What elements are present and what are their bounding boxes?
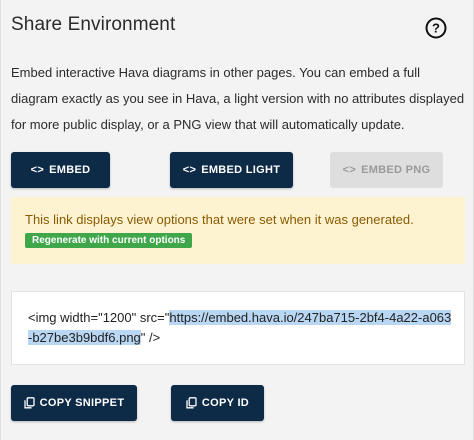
svg-text:?: ? — [432, 21, 440, 36]
regenerate-button[interactable]: Regenerate with current options — [25, 233, 193, 248]
embed-snippet-text[interactable]: <img width="1200" src="https://embed.hav… — [28, 308, 454, 348]
copy-icon — [186, 397, 197, 409]
snippet-suffix: " /> — [140, 330, 161, 345]
description-text: Embed interactive Hava diagrams in other… — [11, 65, 465, 132]
copy-id-button[interactable]: COPY ID — [171, 385, 264, 421]
view-options-notice: This link displays view options that wer… — [11, 197, 465, 264]
embed-button-label: EMBED — [49, 164, 91, 176]
snippet-prefix: <img width="1200" src=" — [28, 310, 170, 325]
copy-icon — [23, 397, 35, 409]
embed-light-button[interactable]: <> EMBED LIGHT — [170, 152, 293, 188]
notice-text: This link displays view options that wer… — [25, 212, 414, 227]
embed-button[interactable]: <> EMBED — [11, 152, 110, 188]
copy-snippet-button[interactable]: COPY SNIPPET — [11, 385, 137, 421]
embed-light-button-label: EMBED LIGHT — [201, 164, 281, 176]
code-icon: <> — [30, 164, 45, 176]
embed-png-button[interactable]: <> EMBED PNG — [330, 152, 443, 188]
help-icon[interactable]: ? — [425, 17, 447, 39]
copy-id-label: COPY ID — [201, 397, 250, 409]
code-icon: <> — [182, 164, 197, 176]
copy-snippet-label: COPY SNIPPET — [39, 397, 125, 409]
share-environment-panel: Share Environment ? Embed interactive Ha… — [0, 0, 474, 440]
panel-title: Share Environment — [11, 14, 176, 35]
embed-png-button-label: EMBED PNG — [361, 164, 431, 176]
code-icon: <> — [342, 164, 357, 176]
embed-snippet-box[interactable]: <img width="1200" src="https://embed.hav… — [11, 291, 465, 365]
